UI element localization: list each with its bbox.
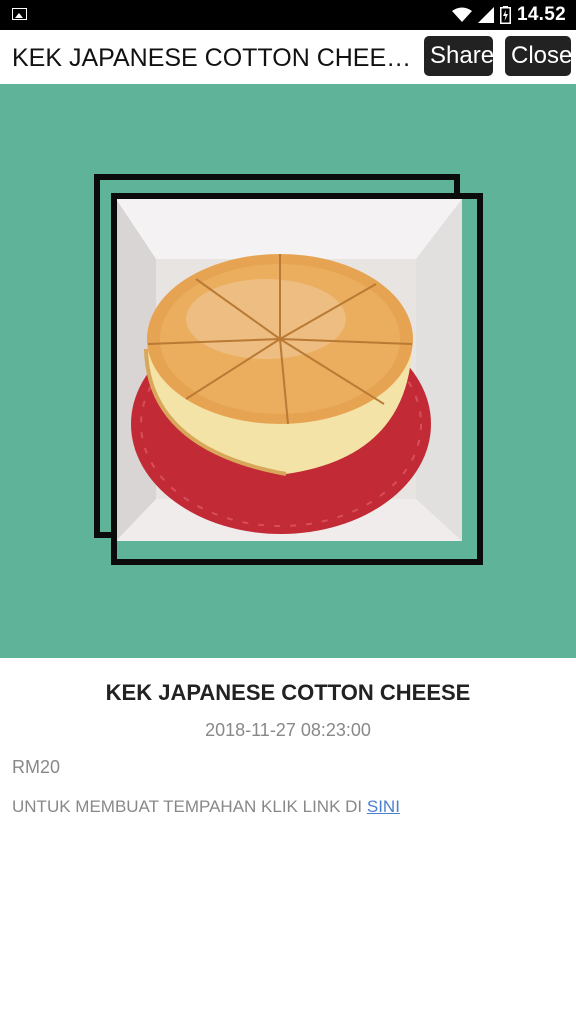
status-time: 14.52 xyxy=(516,4,566,25)
photo-frame-front xyxy=(111,193,483,565)
gallery-icon xyxy=(12,8,27,20)
hero-image-area xyxy=(0,84,576,658)
signal-icon xyxy=(477,7,494,23)
close-button[interactable]: Close xyxy=(505,36,572,76)
status-bar: 14.52 xyxy=(0,0,576,30)
share-button[interactable]: Share xyxy=(424,36,494,76)
app-bar: KEK JAPANESE COTTON CHEES.. Share Close xyxy=(0,30,576,84)
post-description-text: UNTUK MEMBUAT TEMPAHAN KLIK LINK DI xyxy=(12,797,363,816)
post-title: KEK JAPANESE COTTON CHEESE xyxy=(105,680,471,705)
app-title: KEK JAPANESE COTTON CHEES.. xyxy=(12,44,412,72)
battery-charging-icon xyxy=(499,6,511,24)
order-link[interactable]: SINI xyxy=(367,797,400,816)
post-date: 2018-11-27 08:23:00 xyxy=(205,720,371,740)
wifi-icon xyxy=(451,7,472,22)
status-icons: 14.52 xyxy=(451,4,566,26)
post-description: UNTUK MEMBUAT TEMPAHAN KLIK LINK DI SINI xyxy=(12,797,400,817)
post-price: RM20 xyxy=(12,757,61,777)
